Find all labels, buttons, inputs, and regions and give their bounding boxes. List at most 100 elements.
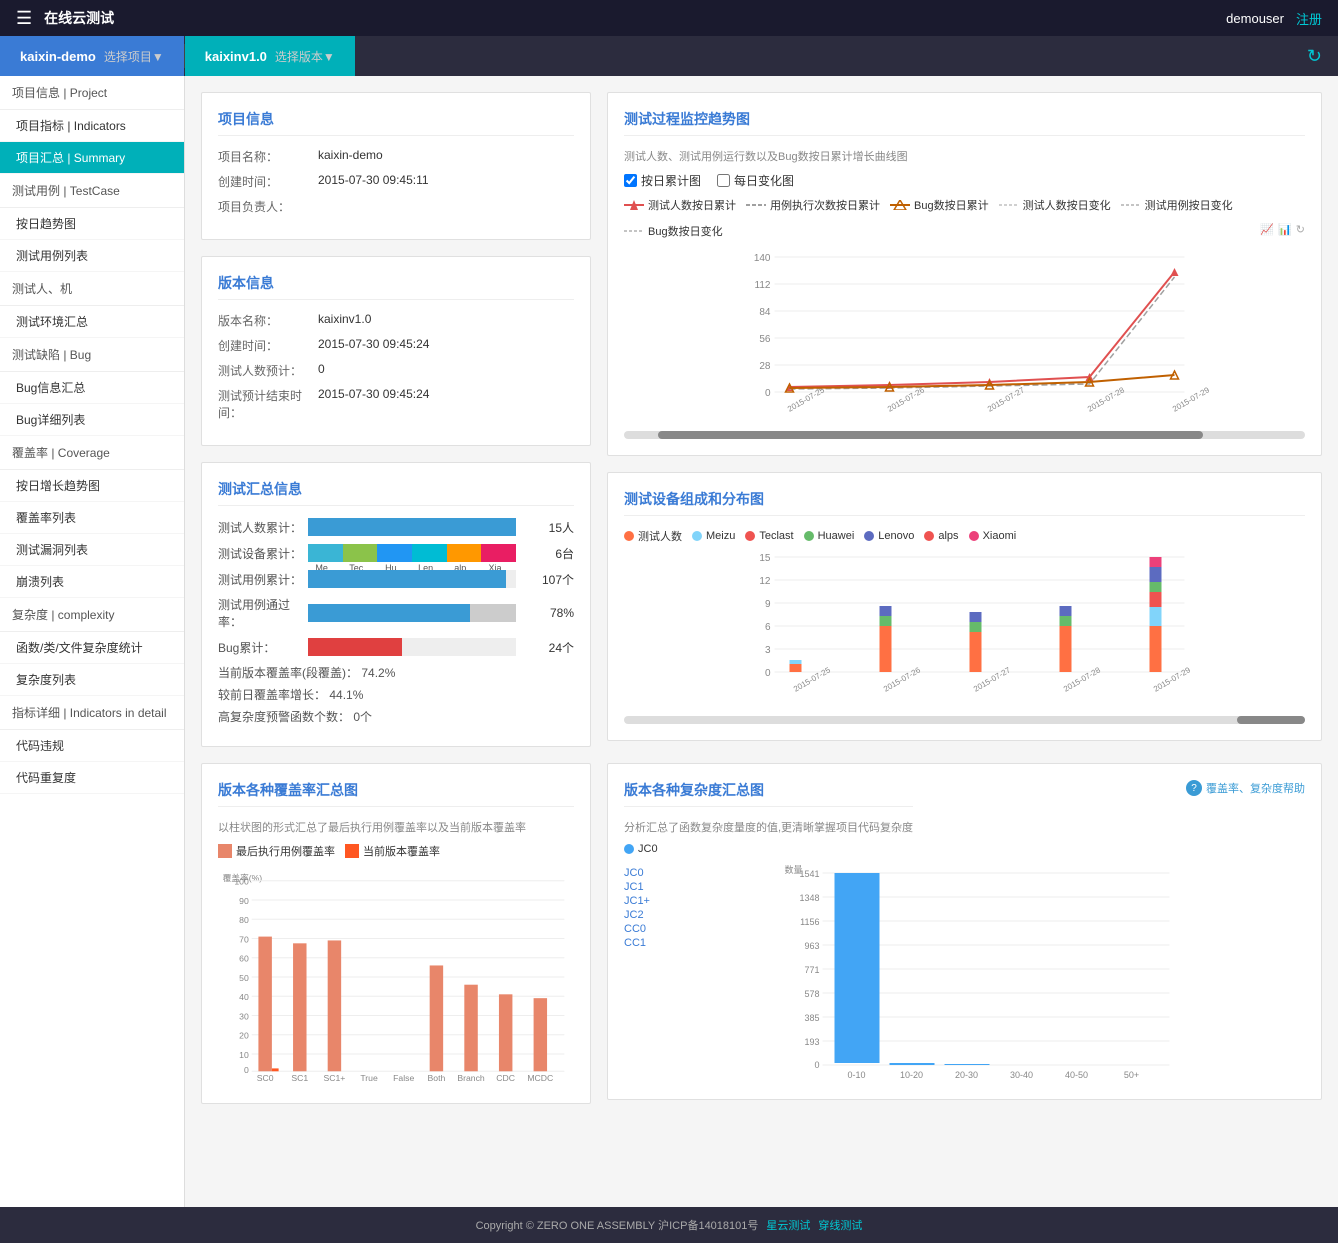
tab1-project-select[interactable]: 选择项目▼ [104,48,164,65]
hamburger-icon[interactable]: ☰ [16,8,32,29]
toggle-daily[interactable]: 每日变化图 [717,172,794,189]
sidebar-item-indicators[interactable]: 项目指标 | Indicators [0,110,184,142]
tab-kaixin-demo[interactable]: kaixin-demo 选择项目▼ [0,36,184,76]
coverage-legend: 最后执行用例覆盖率 当前版本覆盖率 [218,843,574,859]
svg-text:SC1: SC1 [291,1073,308,1083]
sidebar-item-complexlist[interactable]: 复杂度列表 [0,664,184,696]
complexity-label-jc2[interactable]: JC2 [624,909,650,921]
tab2-version-select[interactable]: 选择版本▼ [275,48,335,65]
trend-chart-scrollbar[interactable] [624,431,1305,439]
sidebar-item-buginfo[interactable]: Bug信息汇总 [0,372,184,404]
legend-tester-label: 测试人数按日累计 [648,197,736,213]
trend-legend: 测试人数按日累计 用例执行次数按日累计 Bug数按日累计 测试人数按日 [624,197,1305,239]
complexity-label-cc0[interactable]: CC0 [624,923,650,935]
toggle-daily-checkbox[interactable] [717,174,730,187]
growth-stat-row: 较前日覆盖率增长： 44.1% [218,686,574,703]
svg-text:193: 193 [804,1037,819,1047]
sidebar-item-crash[interactable]: 崩溃列表 [0,566,184,598]
cov-bar-branch-last [464,985,477,1072]
complexity-help[interactable]: ? 覆盖率、复杂度帮助 [1186,780,1305,796]
device-chart-svg: 15 12 9 6 3 0 [624,552,1305,712]
sidebar-item-covleak[interactable]: 测试漏洞列表 [0,534,184,566]
toggle-cumulative-label: 按日累计图 [641,172,701,189]
sidebar-item-codecomplexity[interactable]: 代码重复度 [0,762,184,794]
svg-text:50: 50 [239,973,249,983]
legend-case-cumul: 用例执行次数按日累计 [746,197,880,213]
sidebar-item-caselist[interactable]: 测试用例列表 [0,240,184,272]
device-legend-alps: alps [924,528,958,544]
svg-text:385: 385 [804,1013,819,1023]
legend-bug-cumul: Bug数按日累计 [890,197,989,213]
svg-text:9: 9 [765,599,771,610]
footer-link-xinyun[interactable]: 星云测试 [766,1217,810,1233]
sidebar-item-trend[interactable]: 按日趋势图 [0,208,184,240]
bar-26-green [880,616,892,626]
svg-text:578: 578 [804,989,819,999]
bar-26-orange [880,626,892,672]
sidebar-item-env[interactable]: 测试环境汇总 [0,306,184,338]
complexity-label-jc1plus[interactable]: JC1+ [624,895,650,907]
growth-value: 44.1% [329,688,363,702]
bar-29-blue [1150,607,1162,626]
svg-text:60: 60 [239,954,249,964]
coverage-chart-subtitle: 以柱状图的形式汇总了最后执行用例覆盖率以及当前版本覆盖率 [218,819,574,835]
svg-text:30: 30 [239,1011,249,1021]
chart-line-icon[interactable]: 📈 [1260,223,1274,239]
trend-chart-svg: 140 112 84 56 28 0 2015-07-25 2015-07-26… [624,247,1305,427]
cov-bar-cdc-last [499,994,512,1071]
high-complexity-row: 高复杂度预警函数个数： 0个 [218,708,574,725]
content-area: 项目信息 项目名称： kaixin-demo 创建时间： 2015-07-30 … [185,76,1338,1207]
svg-text:28: 28 [759,361,771,372]
version-created-value: 2015-07-30 09:45:24 [318,337,429,354]
device-legend-label-lenovo: Lenovo [878,530,914,542]
cases-bar [308,570,506,588]
sidebar-item-codeviolation[interactable]: 代码违规 [0,730,184,762]
register-link[interactable]: 注册 [1296,9,1322,28]
help-text[interactable]: 覆盖率、复杂度帮助 [1206,780,1305,796]
chart-bar-icon[interactable]: 📊 [1278,223,1292,239]
svg-text:Both: Both [428,1073,446,1083]
bottom-row: 版本各种覆盖率汇总图 以柱状图的形式汇总了最后执行用例覆盖率以及当前版本覆盖率 … [201,763,1322,1120]
cases-value: 107个 [524,571,574,588]
complexity-legend: JC0 [624,843,1305,855]
footer-link-chuanxian[interactable]: 穿线测试 [818,1217,862,1233]
app-title: 在线云测试 [44,8,114,28]
device-chart-scrollbar[interactable] [624,716,1305,724]
svg-text:84: 84 [759,307,771,318]
complexity-label-jc1[interactable]: JC1 [624,881,650,893]
device-legend-dot-testers [624,531,634,541]
legend-tester-daily-label: 测试人数按日变化 [1023,197,1111,213]
device-legend-label-testers: 测试人数 [638,528,682,544]
complexity-chart-svg: 数量 1541 1348 1156 963 771 578 385 193 0 [654,863,1305,1083]
trend-chart-scrollbar-thumb[interactable] [658,431,1203,439]
refresh-icon[interactable]: ↻ [1307,36,1322,76]
device-legend-dot-xiaomi [969,531,979,541]
sidebar-item-complexstat[interactable]: 函数/类/文件复杂度统计 [0,632,184,664]
tab-kaixinv1[interactable]: kaixinv1.0 选择版本▼ [185,36,355,76]
device-legend-dot-huawei [804,531,814,541]
device-chart-scrollbar-thumb[interactable] [1237,716,1305,724]
chart-refresh-icon[interactable]: ↻ [1296,223,1305,239]
pass-rate-bar-filled [308,604,470,622]
complexity-label-cc1[interactable]: CC1 [624,937,650,949]
toggle-cumulative-checkbox[interactable] [624,174,637,187]
cov-legend-label-current: 当前版本覆盖率 [363,843,440,859]
sidebar-item-covtrend[interactable]: 按日增长趋势图 [0,470,184,502]
cov-legend-dot-last [218,844,232,858]
toggle-cumulative[interactable]: 按日累计图 [624,172,701,189]
project-created-value: 2015-07-30 09:45:11 [318,173,429,190]
bar-27-indigo [970,612,982,622]
sidebar-item-summary[interactable]: 项目汇总 | Summary [0,142,184,174]
sidebar-item-covrate[interactable]: 覆盖率列表 [0,502,184,534]
trend-chart-subtitle: 测试人数、测试用例运行数以及Bug数按日累计增长曲线图 [624,148,1305,164]
complexity-bar-0-10 [835,873,880,1063]
svg-text:0: 0 [244,1065,249,1075]
svg-text:90: 90 [239,896,249,906]
bar-29-orange [1150,626,1162,672]
sidebar-item-buglist[interactable]: Bug详细列表 [0,404,184,436]
sidebar: 项目信息 | Project 项目指标 | Indicators 项目汇总 | … [0,76,185,1207]
trend-chart-card: 测试过程监控趋势图 测试人数、测试用例运行数以及Bug数按日累计增长曲线图 按日… [607,92,1322,456]
sidebar-section-tester: 测试人、机 [0,272,184,306]
complexity-label-jc0[interactable]: JC0 [624,867,650,879]
project-owner-label: 项目负责人： [218,198,318,215]
